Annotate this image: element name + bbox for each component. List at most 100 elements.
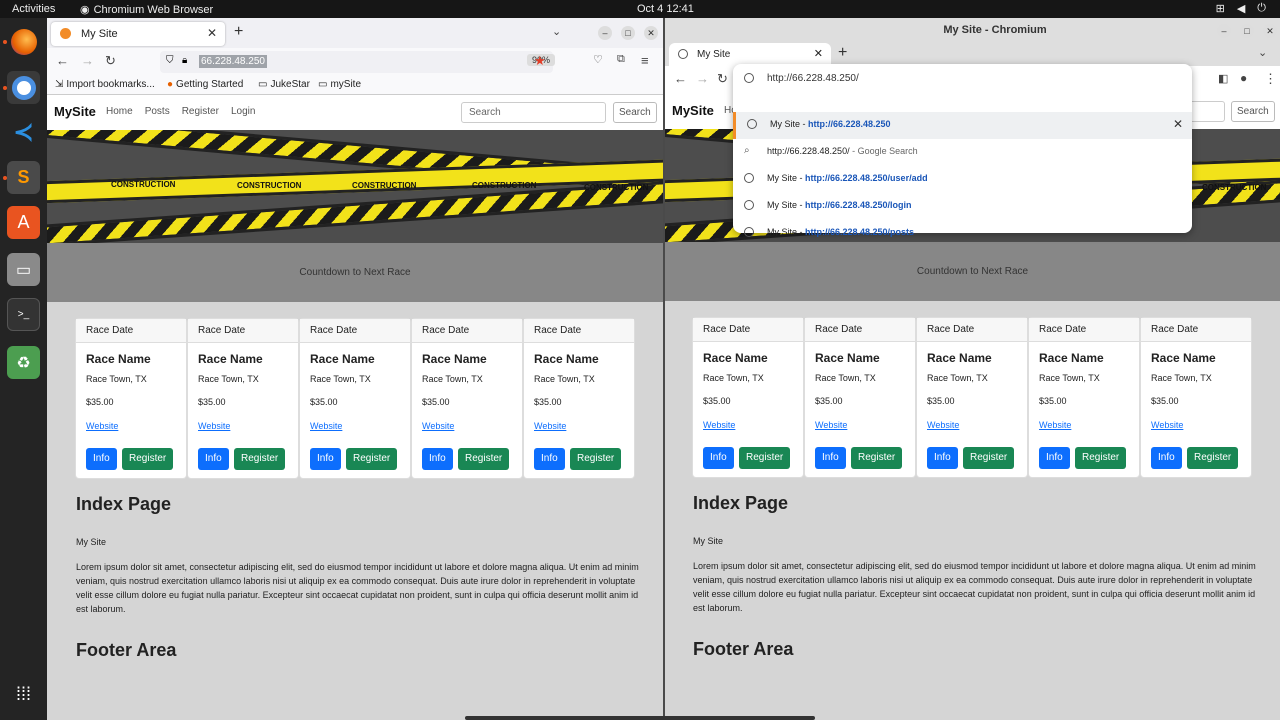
- menu-kebab-icon[interactable]: ⋮: [1264, 71, 1277, 87]
- trash-icon[interactable]: ♻: [7, 346, 40, 379]
- website-link[interactable]: Website: [703, 420, 735, 430]
- race-date: Race Date: [1029, 318, 1139, 342]
- maximize-icon[interactable]: □: [621, 26, 635, 40]
- bookmark-mysite[interactable]: ▭ mySite: [318, 79, 361, 90]
- vscode-icon[interactable]: ≺: [7, 116, 40, 149]
- new-tab-icon[interactable]: +: [234, 23, 243, 41]
- reload-icon[interactable]: ↻: [105, 53, 116, 69]
- activities-button[interactable]: Activities: [12, 3, 55, 15]
- sublime-icon[interactable]: S: [7, 161, 40, 194]
- website-link[interactable]: Website: [310, 421, 342, 431]
- site-brand[interactable]: MySite: [672, 103, 714, 118]
- register-button[interactable]: Register: [851, 447, 903, 469]
- tab-my-site[interactable]: My Site ✕: [669, 43, 831, 66]
- register-button[interactable]: Register: [963, 447, 1015, 469]
- shield-icon[interactable]: ⛉: [166, 55, 174, 66]
- terminal-icon[interactable]: >_: [7, 298, 40, 331]
- website-link[interactable]: Website: [1151, 420, 1183, 430]
- bookmark-getting-started[interactable]: ● Getting Started: [167, 79, 243, 90]
- register-button[interactable]: Register: [234, 448, 286, 470]
- new-tab-icon[interactable]: +: [838, 44, 847, 62]
- info-button[interactable]: Info: [927, 447, 958, 469]
- omnibox-suggestion[interactable]: My Site - http://66.228.48.250/login: [733, 193, 1192, 220]
- info-button[interactable]: Info: [310, 448, 341, 470]
- lock-icon[interactable]: 🔒︎: [182, 55, 187, 66]
- url-bar[interactable]: ⛉ 🔒︎ 66.228.48.250 90%: [160, 51, 555, 73]
- remove-suggestion-icon[interactable]: ✕: [1173, 117, 1183, 131]
- site-brand[interactable]: MySite: [54, 104, 96, 119]
- bookmark-import[interactable]: ⇲ Import bookmarks...: [55, 79, 155, 90]
- back-icon[interactable]: ←: [56, 53, 69, 68]
- minimize-icon[interactable]: –: [1217, 24, 1231, 38]
- register-button[interactable]: Register: [570, 448, 622, 470]
- omnibox-input[interactable]: http://66.228.48.250/: [733, 64, 1192, 94]
- nav-register[interactable]: Register: [182, 106, 219, 117]
- omnibox-suggestion[interactable]: My Site - http://66.228.48.250/user/add: [733, 166, 1192, 193]
- info-button[interactable]: Info: [815, 447, 846, 469]
- close-tab-icon[interactable]: ✕: [207, 26, 217, 40]
- show-apps-icon[interactable]: ⁞⁞⁞: [7, 678, 40, 711]
- info-button[interactable]: Info: [1151, 447, 1182, 469]
- close-tab-icon[interactable]: ✕: [814, 47, 823, 60]
- files-icon[interactable]: ▭: [7, 253, 40, 286]
- website-link[interactable]: Website: [86, 421, 118, 431]
- tab-list-chevron-icon[interactable]: ⌄: [552, 25, 561, 38]
- omnibox-suggestion[interactable]: My Site - http://66.228.48.250/posts: [733, 220, 1192, 247]
- app-menu[interactable]: ◉ Chromium Web Browser: [80, 3, 213, 17]
- race-name: Race Name: [310, 352, 375, 366]
- register-button[interactable]: Register: [739, 447, 791, 469]
- register-button[interactable]: Register: [1075, 447, 1127, 469]
- tab-search-chevron-icon[interactable]: ⌄: [1258, 46, 1267, 59]
- search-button[interactable]: Search: [1231, 101, 1275, 122]
- minimize-icon[interactable]: –: [598, 26, 612, 40]
- software-center-icon[interactable]: A: [7, 206, 40, 239]
- search-input[interactable]: Search: [461, 102, 606, 123]
- url-text[interactable]: 66.228.48.250: [199, 55, 267, 68]
- side-panel-icon[interactable]: ◧: [1218, 72, 1228, 85]
- chromium-icon[interactable]: [7, 71, 40, 104]
- website-link[interactable]: Website: [422, 421, 454, 431]
- maximize-icon[interactable]: □: [1240, 24, 1254, 38]
- info-button[interactable]: Info: [1039, 447, 1070, 469]
- nav-posts[interactable]: Posts: [145, 106, 170, 117]
- info-button[interactable]: Info: [703, 447, 734, 469]
- info-button[interactable]: Info: [422, 448, 453, 470]
- info-button[interactable]: Info: [198, 448, 229, 470]
- register-button[interactable]: Register: [346, 448, 398, 470]
- website-link[interactable]: Website: [1039, 420, 1071, 430]
- omnibox-text[interactable]: http://66.228.48.250/: [767, 73, 859, 84]
- reload-icon[interactable]: ↻: [717, 71, 728, 87]
- register-button[interactable]: Register: [1187, 447, 1239, 469]
- extensions-icon[interactable]: ⧉: [617, 53, 625, 66]
- close-window-icon[interactable]: ✕: [644, 26, 658, 40]
- menu-icon[interactable]: ≡: [641, 53, 649, 68]
- clock[interactable]: Oct 4 12:41: [637, 3, 694, 15]
- profile-avatar-icon[interactable]: ●: [1240, 71, 1247, 85]
- register-button[interactable]: Register: [122, 448, 174, 470]
- tab-my-site[interactable]: My Site ✕: [51, 22, 225, 46]
- bookmark-star-icon[interactable]: ★: [534, 53, 546, 69]
- info-button[interactable]: Info: [534, 448, 565, 470]
- omnibox-dropdown[interactable]: http://66.228.48.250/ My Site - http://6…: [733, 64, 1192, 237]
- website-link[interactable]: Website: [534, 421, 566, 431]
- race-price: $35.00: [198, 397, 226, 407]
- search-button[interactable]: Search: [613, 102, 657, 123]
- system-tray[interactable]: ⊞ ◀ ⏻: [1216, 2, 1266, 15]
- nav-login[interactable]: Login: [231, 106, 255, 117]
- omnibox-suggestion[interactable]: ⌕ http://66.228.48.250/ - Google Search: [733, 139, 1192, 166]
- website-link[interactable]: Website: [927, 420, 959, 430]
- close-window-icon[interactable]: ✕: [1263, 24, 1277, 38]
- nav-home[interactable]: Home: [106, 106, 133, 117]
- back-icon[interactable]: ←: [674, 71, 687, 86]
- omnibox-suggestion[interactable]: My Site - http://66.228.48.250 ✕: [733, 112, 1192, 139]
- register-button[interactable]: Register: [458, 448, 510, 470]
- footer-heading: Footer Area: [76, 640, 177, 660]
- forward-icon[interactable]: →: [81, 53, 94, 68]
- info-button[interactable]: Info: [86, 448, 117, 470]
- website-link[interactable]: Website: [198, 421, 230, 431]
- website-link[interactable]: Website: [815, 420, 847, 430]
- forward-icon[interactable]: →: [696, 71, 709, 86]
- bookmark-jukestar[interactable]: ▭ JukeStar: [258, 79, 310, 90]
- firefox-icon[interactable]: [7, 25, 40, 58]
- pocket-icon[interactable]: ♡: [593, 53, 603, 66]
